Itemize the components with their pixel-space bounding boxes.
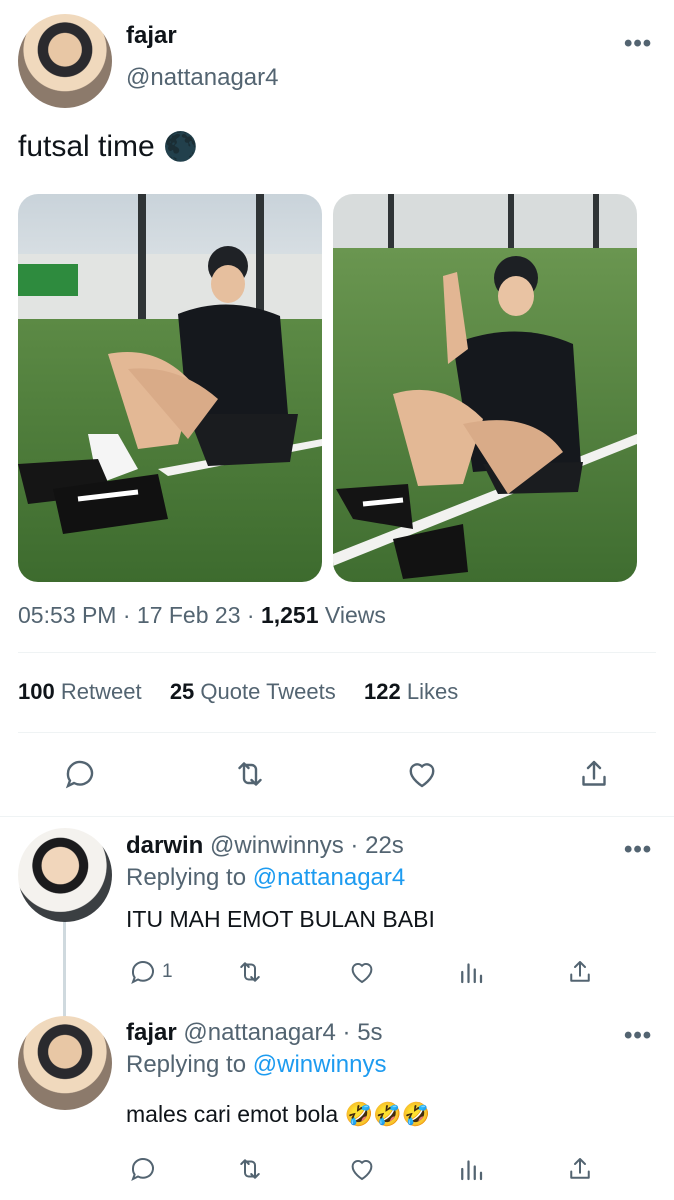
reply-1-avatar[interactable] <box>18 828 112 922</box>
reply-1-share-button[interactable] <box>565 957 595 987</box>
retweets-count: 100 <box>18 679 55 704</box>
likes-stat[interactable]: 122 Likes <box>364 679 458 704</box>
share-icon <box>582 760 606 786</box>
reply-2-name[interactable]: fajar <box>126 1019 177 1046</box>
reply-1-more-icon[interactable]: ••• <box>624 836 652 864</box>
more-options-icon[interactable]: ••• <box>624 30 652 58</box>
tweet-text-content: futsal time <box>18 130 155 163</box>
reply-button[interactable] <box>62 756 98 792</box>
share-icon <box>570 1158 590 1179</box>
reply-1-replying: Replying to @nattanagar4 <box>126 864 405 892</box>
share-button[interactable] <box>576 756 612 792</box>
photo-2[interactable] <box>333 194 637 582</box>
like-button[interactable] <box>404 756 440 792</box>
reply-1-name[interactable]: darwin <box>126 832 203 859</box>
heart-icon <box>351 1160 373 1181</box>
retweets-label: Retweet <box>60 679 142 704</box>
photo-1-image <box>18 194 322 582</box>
tweet-date[interactable]: 17 Feb 23 <box>137 602 241 628</box>
reply-2-more-icon[interactable]: ••• <box>624 1022 652 1050</box>
reply-2-time: 5s <box>357 1019 383 1046</box>
section-divider <box>0 816 674 817</box>
reply-2-like-button[interactable] <box>347 1154 377 1184</box>
reply-1-reply-button[interactable]: 1 <box>128 957 173 987</box>
separator-dot: · <box>350 832 359 859</box>
author-handle[interactable]: @nattanagar4 <box>126 64 278 92</box>
heart-icon <box>351 963 373 984</box>
retweet-icon <box>240 1159 260 1179</box>
author-name[interactable]: fajar <box>126 22 177 50</box>
views-label: Views <box>324 602 386 628</box>
likes-label: Likes <box>406 679 459 704</box>
photo-2-image <box>333 194 637 582</box>
author-avatar[interactable] <box>18 14 112 108</box>
heart-icon <box>409 763 435 788</box>
photo-1[interactable] <box>18 194 322 582</box>
reply-2-avatar[interactable] <box>18 1016 112 1110</box>
reply-2-header: fajar @nattanagar4 · 5s <box>126 1019 383 1047</box>
quotes-label: Quote Tweets <box>200 679 336 704</box>
quotes-stat[interactable]: 25 Quote Tweets <box>170 679 342 704</box>
retweet-icon <box>240 962 260 982</box>
reply-2-replying-prefix: Replying to <box>126 1051 247 1078</box>
thread-line <box>63 920 66 1018</box>
separator-dot: · <box>246 602 255 628</box>
reply-2-text: males cari emot bola 🤣🤣🤣 <box>126 1101 431 1127</box>
tweet-meta: 05:53 PM · 17 Feb 23 · 1,251 Views <box>18 602 386 629</box>
retweet-icon <box>238 762 262 786</box>
reply-2-analytics-button[interactable] <box>456 1154 486 1184</box>
reply-2-reply-button[interactable] <box>128 1154 158 1184</box>
reply-2-retweet-button[interactable] <box>235 1154 265 1184</box>
analytics-icon <box>461 963 483 984</box>
divider <box>18 652 656 653</box>
reply-icon <box>65 760 94 789</box>
reply-1-replying-to[interactable]: @nattanagar4 <box>253 864 405 891</box>
views-count: 1,251 <box>260 602 319 628</box>
reply-1-analytics-button[interactable] <box>456 957 486 987</box>
share-icon <box>570 961 590 982</box>
reply-1-header: darwin @winwinnys · 22s <box>126 832 404 860</box>
new-moon-emoji: 🌑 <box>163 131 198 162</box>
reply-2-replying-to[interactable]: @winwinnys <box>253 1051 387 1078</box>
reply-icon <box>131 1158 154 1182</box>
likes-count: 122 <box>364 679 401 704</box>
divider <box>18 732 656 733</box>
analytics-icon <box>461 1160 483 1181</box>
reply-2-share-button[interactable] <box>565 1154 595 1184</box>
retweet-button[interactable] <box>232 756 268 792</box>
tweet-time[interactable]: 05:53 PM <box>18 602 116 628</box>
reply-icon <box>131 961 154 985</box>
reply-1-reply-count: 1 <box>162 961 173 982</box>
tweet-stats: 100 Retweet 25 Quote Tweets 122 Likes <box>18 679 458 705</box>
tweet-text: futsal time 🌑 <box>18 130 198 164</box>
reply-1-like-button[interactable] <box>347 957 377 987</box>
reply-1-time: 22s <box>365 832 404 859</box>
reply-1-replying-prefix: Replying to <box>126 864 247 891</box>
separator-dot: · <box>122 602 131 628</box>
reply-1-retweet-button[interactable] <box>235 957 265 987</box>
reply-2-replying: Replying to @winwinnys <box>126 1051 386 1079</box>
reply-1-handle[interactable]: @winwinnys <box>210 832 344 859</box>
quotes-count: 25 <box>169 679 195 704</box>
retweets-stat[interactable]: 100 Retweet <box>18 679 148 704</box>
separator-dot: · <box>342 1019 351 1046</box>
reply-2-handle[interactable]: @nattanagar4 <box>183 1019 335 1046</box>
reply-1-text: ITU MAH EMOT BULAN BABI <box>126 906 435 932</box>
